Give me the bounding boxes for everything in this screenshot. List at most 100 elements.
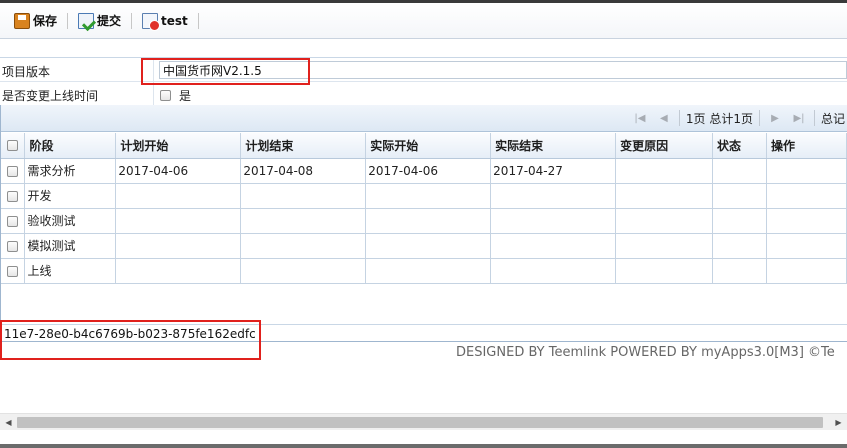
submit-icon — [78, 12, 95, 29]
table-cell — [490, 208, 617, 234]
table-cell — [712, 258, 767, 284]
table-cell: 需求分析 — [24, 158, 117, 184]
select-all-cell — [1, 133, 26, 159]
column-header[interactable]: 操作 — [766, 133, 847, 159]
save-button[interactable]: 保存 — [10, 9, 61, 33]
table-cell — [766, 258, 847, 284]
last-page-icon[interactable]: ▶| — [791, 110, 807, 126]
row-select-cell — [1, 158, 26, 184]
row-checkbox[interactable] — [7, 265, 19, 277]
grid-table: 阶段 计划开始 计划结束 实际开始 实际结束 变更原因 状态 操作 需求分析 2… — [1, 133, 847, 284]
form-area: 项目版本 是否变更上线时间 是 — [0, 57, 847, 106]
table-cell — [240, 208, 367, 234]
pager-divider — [678, 110, 680, 126]
version-label: 项目版本 — [2, 65, 51, 79]
table-row[interactable]: 模拟测试 — [1, 233, 847, 259]
table-cell: 模拟测试 — [24, 233, 117, 259]
column-header[interactable]: 实际开始 — [365, 133, 492, 159]
table-row[interactable]: 验收测试 — [1, 208, 847, 234]
version-cell — [153, 58, 847, 82]
column-header[interactable]: 实际结束 — [490, 133, 617, 159]
table-cell — [490, 258, 617, 284]
table-cell — [240, 233, 367, 259]
submit-label: 提交 — [97, 14, 122, 28]
row-checkbox[interactable] — [7, 215, 19, 227]
toolbar-divider — [197, 12, 199, 29]
table-cell: 2017-04-06 — [115, 158, 242, 184]
save-label: 保存 — [33, 14, 58, 28]
row-checkbox[interactable] — [7, 240, 19, 252]
table-cell — [615, 258, 714, 284]
table-cell — [766, 233, 847, 259]
table-cell — [766, 158, 847, 184]
horizontal-scrollbar[interactable]: ◀ ▶ — [0, 413, 847, 430]
table-cell: 上线 — [24, 258, 117, 284]
online-cell: 是 — [153, 82, 847, 106]
table-cell — [365, 183, 492, 209]
table-row[interactable]: 需求分析 2017-04-06 2017-04-08 2017-04-06 20… — [1, 158, 847, 184]
table-cell — [240, 258, 367, 284]
table-cell — [115, 208, 242, 234]
test-icon — [142, 12, 161, 31]
record-id: 11e7-28e0-b4c6769b-b023-875fe162edfc — [4, 327, 256, 341]
select-all-checkbox[interactable] — [7, 140, 19, 152]
row-select-cell — [1, 208, 26, 234]
footer-credits: DESIGNED BY Teemlink POWERED BY myApps3.… — [456, 345, 835, 360]
total-records-label: 总记 — [820, 111, 845, 126]
row-checkbox[interactable] — [7, 165, 19, 177]
scroll-right-icon[interactable]: ▶ — [830, 414, 847, 431]
row-select-cell — [1, 233, 26, 259]
next-page-icon[interactable]: ▶ — [767, 110, 783, 126]
scrollbar-thumb[interactable] — [17, 417, 823, 428]
online-option-label: 是 — [179, 89, 192, 103]
online-label: 是否变更上线时间 — [2, 89, 99, 103]
row-select-cell — [1, 258, 26, 284]
table-cell — [615, 208, 714, 234]
table-cell — [712, 158, 767, 184]
grid-pager: |◀ ◀ 1页 总计1页 ▶ ▶| 总记 — [1, 105, 847, 132]
pager-divider — [813, 110, 815, 126]
scroll-left-icon[interactable]: ◀ — [0, 414, 17, 431]
test-button[interactable]: test — [138, 9, 192, 33]
row-checkbox[interactable] — [7, 190, 19, 202]
table-cell: 2017-04-06 — [365, 158, 492, 184]
table-cell — [115, 258, 242, 284]
table-cell — [365, 258, 492, 284]
grid-header-row: 阶段 计划开始 计划结束 实际开始 实际结束 变更原因 状态 操作 — [1, 133, 847, 159]
table-cell — [766, 183, 847, 209]
pager-divider — [758, 110, 760, 126]
record-id-row: 11e7-28e0-b4c6769b-b023-875fe162edfc — [0, 324, 847, 342]
column-header[interactable]: 变更原因 — [615, 133, 714, 159]
toolbar-divider — [131, 12, 133, 29]
table-cell — [365, 233, 492, 259]
table-cell — [490, 183, 617, 209]
table-cell: 2017-04-08 — [240, 158, 367, 184]
table-cell — [115, 183, 242, 209]
table-cell — [615, 233, 714, 259]
prev-page-icon[interactable]: ◀ — [656, 110, 672, 126]
table-row[interactable]: 上线 — [1, 258, 847, 284]
table-cell — [615, 183, 714, 209]
toolbar: 保存 提交 test — [0, 3, 847, 39]
column-header[interactable]: 计划开始 — [115, 133, 242, 159]
column-header[interactable]: 状态 — [712, 133, 767, 159]
table-cell — [712, 233, 767, 259]
first-page-icon[interactable]: |◀ — [632, 110, 648, 126]
column-header[interactable]: 计划结束 — [240, 133, 367, 159]
online-row: 是否变更上线时间 是 — [0, 82, 847, 106]
table-cell: 2017-04-27 — [490, 158, 617, 184]
table-cell: 开发 — [24, 183, 117, 209]
table-cell — [115, 233, 242, 259]
online-checkbox[interactable] — [160, 90, 171, 101]
table-row[interactable]: 开发 — [1, 183, 847, 209]
table-cell — [365, 208, 492, 234]
submit-button[interactable]: 提交 — [74, 9, 125, 33]
table-cell: 验收测试 — [24, 208, 117, 234]
row-select-cell — [1, 183, 26, 209]
table-cell — [615, 158, 714, 184]
table-cell — [712, 208, 767, 234]
version-row: 项目版本 — [0, 58, 847, 82]
version-input[interactable] — [159, 61, 847, 79]
page-info: 1页 总计1页 — [685, 111, 753, 126]
column-header[interactable]: 阶段 — [24, 133, 117, 159]
